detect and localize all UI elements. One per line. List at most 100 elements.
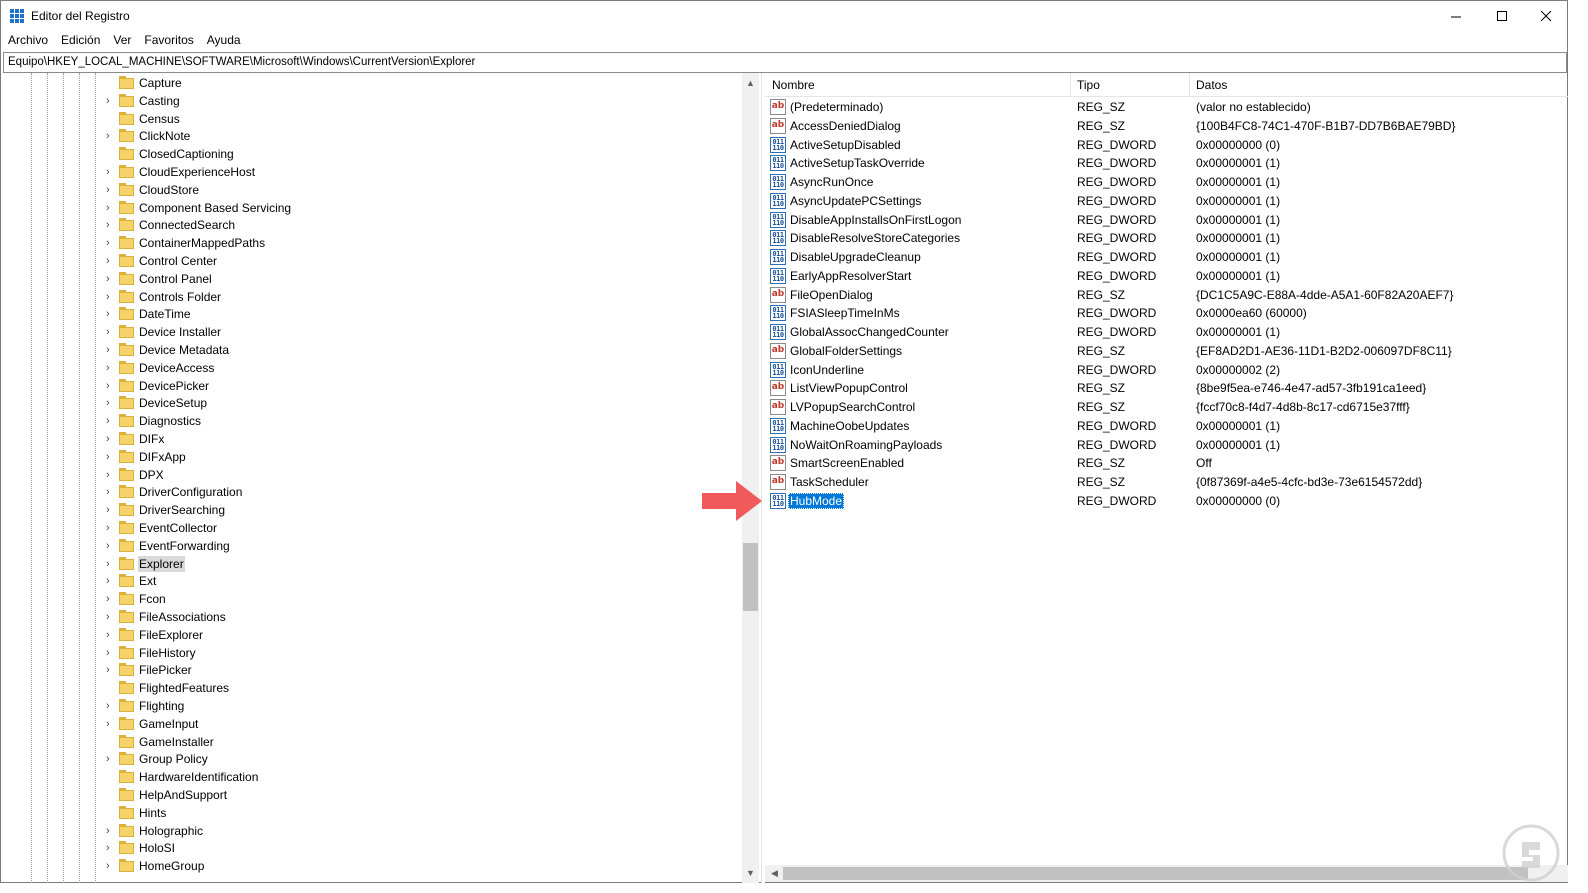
tree-node[interactable]: › DriverSearching	[2, 501, 742, 519]
expand-chevron-icon[interactable]: ›	[106, 432, 116, 446]
expand-chevron-icon[interactable]: ›	[106, 574, 116, 588]
registry-value-row[interactable]: ab SmartScreenEnabled REG_SZ Off	[765, 454, 1568, 473]
expand-chevron-icon[interactable]: ›	[106, 290, 116, 304]
tree-node[interactable]: › DeviceAccess	[2, 359, 742, 377]
expand-chevron-icon[interactable]: ›	[106, 254, 116, 268]
registry-value-row[interactable]: ab FileOpenDialog REG_SZ {DC1C5A9C-E88A-4dd…	[765, 286, 1568, 305]
scroll-up-arrow-icon[interactable]: ▲	[742, 75, 759, 91]
tree-node[interactable]: › ConnectedSearch	[2, 216, 742, 234]
tree-node[interactable]: › Holographic	[2, 822, 742, 840]
expand-chevron-icon[interactable]: ›	[106, 859, 116, 873]
tree-node[interactable]: › ClickNote	[2, 127, 742, 145]
registry-value-row[interactable]: 011 110 NoWaitOnRoamingPayloads REG_DWORD 0…	[765, 436, 1568, 455]
registry-value-row[interactable]: 011 110 AsyncUpdatePCSettings REG_DWORD 0x0…	[765, 192, 1568, 211]
tree-node[interactable]: › FilePicker	[2, 661, 742, 679]
expand-chevron-icon[interactable]: ›	[106, 236, 116, 250]
tree-node[interactable]: › FileExplorer	[2, 626, 742, 644]
close-button[interactable]	[1523, 1, 1569, 31]
tree-scroll-thumb[interactable]	[743, 543, 758, 611]
key-tree-pane[interactable]: Capture › Casting Census › ClickNote ClosedCap…	[2, 73, 759, 883]
registry-value-row[interactable]: ab TaskScheduler REG_SZ {0f87369f-a4e5-4cfc…	[765, 473, 1568, 492]
list-scroll-thumb[interactable]	[783, 867, 1528, 880]
tree-node[interactable]: FlightedFeatures	[2, 679, 742, 697]
tree-node[interactable]: › Control Panel	[2, 270, 742, 288]
tree-node[interactable]: HardwareIdentification	[2, 768, 742, 786]
registry-value-row[interactable]: ab (Predeterminado) REG_SZ (valor no establ…	[765, 98, 1568, 117]
expand-chevron-icon[interactable]: ›	[106, 129, 116, 143]
tree-node[interactable]: › FileHistory	[2, 644, 742, 662]
registry-value-row[interactable]: 011 110 HubMode REG_DWORD 0x00000000 (0)	[765, 492, 1568, 511]
expand-chevron-icon[interactable]: ›	[106, 343, 116, 357]
scroll-down-arrow-icon[interactable]: ▼	[742, 865, 759, 881]
tree-node[interactable]: › DeviceSetup	[2, 394, 742, 412]
registry-value-row[interactable]: 011 110 IconUnderline REG_DWORD 0x00000002 …	[765, 361, 1568, 380]
tree-node[interactable]: › Diagnostics	[2, 412, 742, 430]
tree-node[interactable]: Capture	[2, 74, 742, 92]
tree-node[interactable]: › GameInput	[2, 715, 742, 733]
expand-chevron-icon[interactable]: ›	[106, 396, 116, 410]
expand-chevron-icon[interactable]: ›	[106, 307, 116, 321]
scroll-left-arrow-icon[interactable]: ◀	[766, 865, 783, 882]
tree-node[interactable]: GameInstaller	[2, 733, 742, 751]
expand-chevron-icon[interactable]: ›	[106, 450, 116, 464]
expand-chevron-icon[interactable]: ›	[106, 824, 116, 838]
expand-chevron-icon[interactable]: ›	[106, 218, 116, 232]
expand-chevron-icon[interactable]: ›	[106, 592, 116, 606]
registry-value-row[interactable]: ab ListViewPopupControl REG_SZ {8be9f5ea-e7…	[765, 379, 1568, 398]
expand-chevron-icon[interactable]: ›	[106, 165, 116, 179]
minimize-button[interactable]	[1433, 1, 1479, 31]
expand-chevron-icon[interactable]: ›	[106, 414, 116, 428]
registry-value-row[interactable]: 011 110 ActiveSetupDisabled REG_DWORD 0x000…	[765, 136, 1568, 155]
registry-value-row[interactable]: 011 110 DisableResolveStoreCategories REG_…	[765, 229, 1568, 248]
tree-node[interactable]: › CloudStore	[2, 181, 742, 199]
menu-ayuda[interactable]: Ayuda	[200, 31, 247, 51]
column-header-name[interactable]: Nombre	[772, 78, 815, 92]
tree-node[interactable]: › DriverConfiguration	[2, 483, 742, 501]
expand-chevron-icon[interactable]: ›	[106, 841, 116, 855]
tree-node[interactable]: › DIFxApp	[2, 448, 742, 466]
tree-node[interactable]: › FileAssociations	[2, 608, 742, 626]
expand-chevron-icon[interactable]: ›	[106, 361, 116, 375]
list-horizontal-scrollbar[interactable]: ◀	[765, 865, 1568, 882]
expand-chevron-icon[interactable]: ›	[106, 646, 116, 660]
title-bar[interactable]: Editor del Registro	[1, 1, 1567, 31]
column-header-type[interactable]: Tipo	[1077, 78, 1100, 92]
registry-value-row[interactable]: 011 110 FSIASleepTimeInMs REG_DWORD 0x0000e…	[765, 304, 1568, 323]
tree-node[interactable]: Census	[2, 110, 742, 128]
registry-value-row[interactable]: 011 110 MachineOobeUpdates REG_DWORD 0x0000…	[765, 417, 1568, 436]
tree-node[interactable]: › DPX	[2, 466, 742, 484]
column-header-data[interactable]: Datos	[1196, 78, 1227, 92]
tree-node[interactable]: Hints	[2, 804, 742, 822]
registry-value-row[interactable]: 011 110 EarlyAppResolverStart REG_DWORD 0x0…	[765, 267, 1568, 286]
registry-value-row[interactable]: 011 110 ActiveSetupTaskOverride REG_DWORD 0…	[765, 154, 1568, 173]
registry-value-row[interactable]: ab LVPopupSearchControl REG_SZ {fccf70c8-f4…	[765, 398, 1568, 417]
tree-node[interactable]: › Casting	[2, 92, 742, 110]
menu-archivo[interactable]: Archivo	[1, 31, 54, 51]
registry-value-row[interactable]: 011 110 GlobalAssocChangedCounter REG_DWOR…	[765, 323, 1568, 342]
expand-chevron-icon[interactable]: ›	[106, 272, 116, 286]
tree-node[interactable]: › Control Center	[2, 252, 742, 270]
tree-node[interactable]: › Ext	[2, 572, 742, 590]
expand-chevron-icon[interactable]: ›	[106, 628, 116, 642]
expand-chevron-icon[interactable]: ›	[106, 503, 116, 517]
expand-chevron-icon[interactable]: ›	[106, 699, 116, 713]
expand-chevron-icon[interactable]: ›	[106, 468, 116, 482]
expand-chevron-icon[interactable]: ›	[106, 485, 116, 499]
expand-chevron-icon[interactable]: ›	[106, 325, 116, 339]
tree-node[interactable]: › DevicePicker	[2, 377, 742, 395]
address-bar[interactable]: Equipo\HKEY_LOCAL_MACHINE\SOFTWARE\Micro…	[3, 52, 1567, 73]
menu-ver[interactable]: Ver	[106, 31, 137, 51]
expand-chevron-icon[interactable]: ›	[106, 539, 116, 553]
expand-chevron-icon[interactable]: ›	[106, 752, 116, 766]
expand-chevron-icon[interactable]: ›	[106, 94, 116, 108]
registry-value-row[interactable]: 011 110 DisableAppInstallsOnFirstLogon REG…	[765, 211, 1568, 230]
tree-node[interactable]: › DIFx	[2, 430, 742, 448]
tree-node[interactable]: › Controls Folder	[2, 288, 742, 306]
tree-node[interactable]: › EventCollector	[2, 519, 742, 537]
tree-node[interactable]: › Group Policy	[2, 750, 742, 768]
tree-node[interactable]: › Device Installer	[2, 323, 742, 341]
column-separator[interactable]	[1189, 73, 1190, 97]
expand-chevron-icon[interactable]: ›	[106, 663, 116, 677]
column-separator[interactable]	[1070, 73, 1071, 97]
menu-edicion[interactable]: Edición	[54, 31, 106, 51]
